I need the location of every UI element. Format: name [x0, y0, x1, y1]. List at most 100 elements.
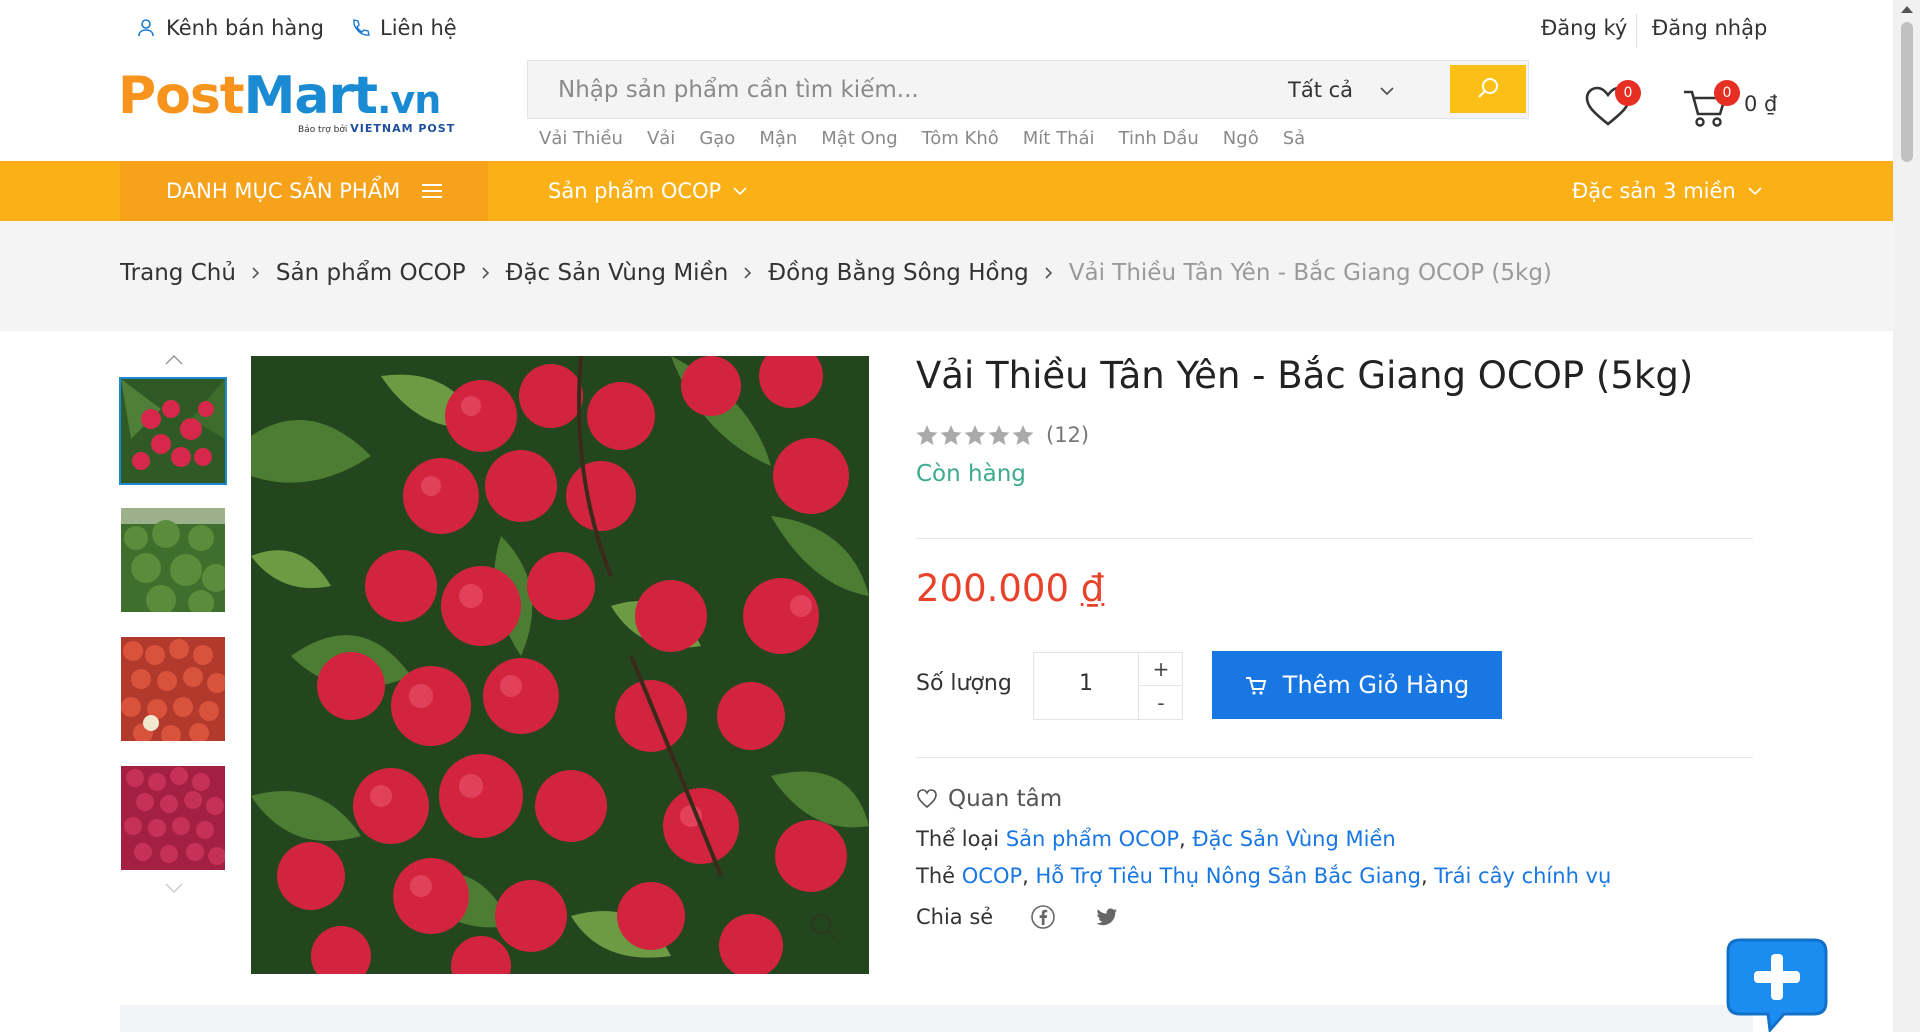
seller-channel-label: Kênh bán hàng [166, 16, 324, 40]
search-suggestion-tag[interactable]: Gạo [699, 128, 735, 149]
chevron-down-icon[interactable] [162, 876, 186, 900]
tag-link[interactable]: OCOP [962, 864, 1022, 888]
orchard-thumbnail-image [121, 508, 225, 612]
breadcrumb-current: Vải Thiều Tân Yên - Bắc Giang OCOP (5kg) [1068, 260, 1552, 286]
product-categories-menu[interactable]: DANH MỤC SẢN PHẨM [120, 161, 488, 221]
lychee-product-image [251, 356, 869, 974]
search-category-select[interactable]: Tất cả [1288, 78, 1353, 102]
stock-status: Còn hàng [916, 461, 1026, 487]
product-rating[interactable]: (12) [916, 423, 1089, 447]
hamburger-icon [422, 184, 443, 198]
quantity-decrease-button[interactable]: - [1138, 686, 1183, 719]
breadcrumb-link[interactable]: Đồng Bằng Sông Hồng [768, 260, 1028, 286]
product-categories: Thể loại Sản phẩm OCOP, Đặc Sản Vùng Miề… [916, 827, 1396, 851]
add-to-cart-label: Thêm Giỏ Hàng [1282, 671, 1470, 699]
divider [916, 757, 1753, 758]
product-price: 200.000 ₫ [916, 567, 1105, 610]
wishlist-label: Quan tâm [948, 786, 1063, 812]
search-button[interactable] [1450, 65, 1526, 113]
star-icon [964, 425, 986, 445]
search-suggestions: Vải Thiều Vải Gạo Mận Mật Ong Tôm Khô Mít Thái… [539, 128, 1305, 149]
star-icon [988, 425, 1010, 445]
twitter-icon[interactable] [1094, 904, 1120, 930]
lychee-pile-thumbnail-image [121, 766, 225, 870]
search-suggestion-tag[interactable]: Tôm Khô [922, 128, 999, 149]
search-bar: Nhập sản phẩm cần tìm kiếm... Tất cả [527, 60, 1529, 119]
star-icon [1012, 425, 1034, 445]
search-suggestion-tag[interactable]: Ngô [1223, 128, 1259, 149]
category-link[interactable]: Đặc Sản Vùng Miền [1192, 827, 1395, 851]
search-suggestion-tag[interactable]: Mận [759, 128, 797, 149]
search-suggestion-tag[interactable]: Sả [1283, 128, 1305, 149]
star-icon [916, 425, 938, 445]
logo-wordmark: PostMart.vn [118, 66, 441, 126]
breadcrumb-link[interactable]: Đặc Sản Vùng Miền [506, 260, 729, 286]
chevron-up-icon[interactable] [162, 348, 186, 372]
page-scrollbar[interactable] [1893, 0, 1920, 1032]
cart-icon [1245, 677, 1267, 695]
plus-chat-icon [1726, 938, 1828, 1032]
facebook-icon[interactable] [1030, 904, 1056, 930]
breadcrumb-bar: Trang Chủ Sản phẩm OCOP Đặc Sản Vùng Miền Đ… [0, 221, 1893, 331]
product-title: Vải Thiều Tân Yên - Bắc Giang OCOP (5kg) [916, 354, 1694, 397]
product-main-image[interactable] [251, 356, 869, 974]
search-input[interactable]: Nhập sản phẩm cần tìm kiếm... [558, 77, 919, 103]
category-link[interactable]: Sản phẩm OCOP [1006, 827, 1179, 851]
breadcrumb-link[interactable]: Sản phẩm OCOP [276, 260, 466, 286]
thumbnail-2[interactable] [121, 508, 225, 612]
star-icon [940, 425, 962, 445]
add-to-wishlist[interactable]: Quan tâm [916, 786, 1062, 812]
search-suggestion-tag[interactable]: Vải Thiều [539, 128, 623, 149]
product-details-panel [120, 1005, 1753, 1032]
search-suggestion-tag[interactable]: Mật Ong [821, 128, 897, 149]
seller-channel-link[interactable]: Kênh bán hàng [136, 16, 324, 40]
category-label: Thể loại [916, 827, 1000, 851]
lychee-thumbnail-image [121, 379, 225, 483]
top-utility-bar: Kênh bán hàng Liên hệ Đăng ký Đăng nhập [0, 0, 1893, 60]
breadcrumb-link[interactable]: Trang Chủ [120, 260, 236, 286]
share-label: Chia sẻ [916, 905, 994, 929]
quantity-input[interactable]: 1 [1034, 671, 1138, 696]
login-label: Đăng nhập [1652, 16, 1768, 40]
thumbnail-4[interactable] [121, 766, 225, 870]
tag-link[interactable]: Trái cây chính vụ [1434, 864, 1611, 888]
contact-link[interactable]: Liên hệ [350, 16, 457, 40]
tag-link[interactable]: Hỗ Trợ Tiêu Thụ Nông Sản Bắc Giang [1036, 864, 1421, 888]
search-icon [1478, 78, 1498, 98]
product-tags: Thẻ OCOP, Hỗ Trợ Tiêu Thụ Nông Sản Bắc G… [916, 864, 1612, 888]
chevron-down-icon[interactable] [1376, 80, 1398, 102]
contact-label: Liên hệ [380, 16, 457, 40]
logo-tagline: Bảo trợ bởi VIETNAM POST [298, 122, 456, 135]
regional-specialties-menu[interactable]: Đặc sản 3 miền [1572, 179, 1764, 203]
topbar-divider [1636, 14, 1637, 48]
divider [916, 538, 1753, 539]
chevron-down-icon [1748, 187, 1762, 196]
scroll-up-arrow[interactable] [1901, 6, 1913, 13]
categories-label: DANH MỤC SẢN PHẨM [166, 179, 401, 203]
quantity-increase-button[interactable]: + [1138, 653, 1183, 686]
tags-label: Thẻ [916, 864, 956, 888]
chat-widget-button[interactable] [1724, 936, 1830, 1032]
chevron-down-icon [733, 187, 747, 196]
login-link[interactable]: Đăng nhập [1652, 16, 1767, 40]
chevron-right-icon [482, 267, 489, 279]
wishlist-button[interactable]: 0 [1583, 80, 1641, 130]
thumbnail-3[interactable] [121, 637, 225, 741]
thumbnail-1[interactable] [119, 377, 227, 485]
cart-button[interactable]: 0 [1682, 80, 1740, 130]
ocop-label: Sản phẩm OCOP [548, 179, 722, 203]
phone-icon [353, 19, 370, 36]
postmart-logo[interactable]: PostMart.vn Bảo trợ bởi VIETNAM POST [118, 70, 458, 140]
add-to-cart-button[interactable]: Thêm Giỏ Hàng [1212, 651, 1502, 719]
ocop-products-menu[interactable]: Sản phẩm OCOP [548, 179, 749, 203]
cart-count-badge: 0 [1714, 80, 1740, 106]
search-suggestion-tag[interactable]: Mít Thái [1023, 128, 1095, 149]
register-label: Đăng ký [1541, 16, 1628, 40]
scroll-thumb[interactable] [1901, 22, 1913, 162]
chevron-right-icon [744, 267, 752, 279]
search-suggestion-tag[interactable]: Vải [647, 128, 675, 149]
main-navigation: DANH MỤC SẢN PHẨM Sản phẩm OCOP Đặc sản … [0, 161, 1893, 221]
cart-total: 0 ₫ [1744, 92, 1778, 116]
search-suggestion-tag[interactable]: Tinh Dầu [1119, 128, 1199, 149]
register-link[interactable]: Đăng ký [1541, 16, 1627, 40]
